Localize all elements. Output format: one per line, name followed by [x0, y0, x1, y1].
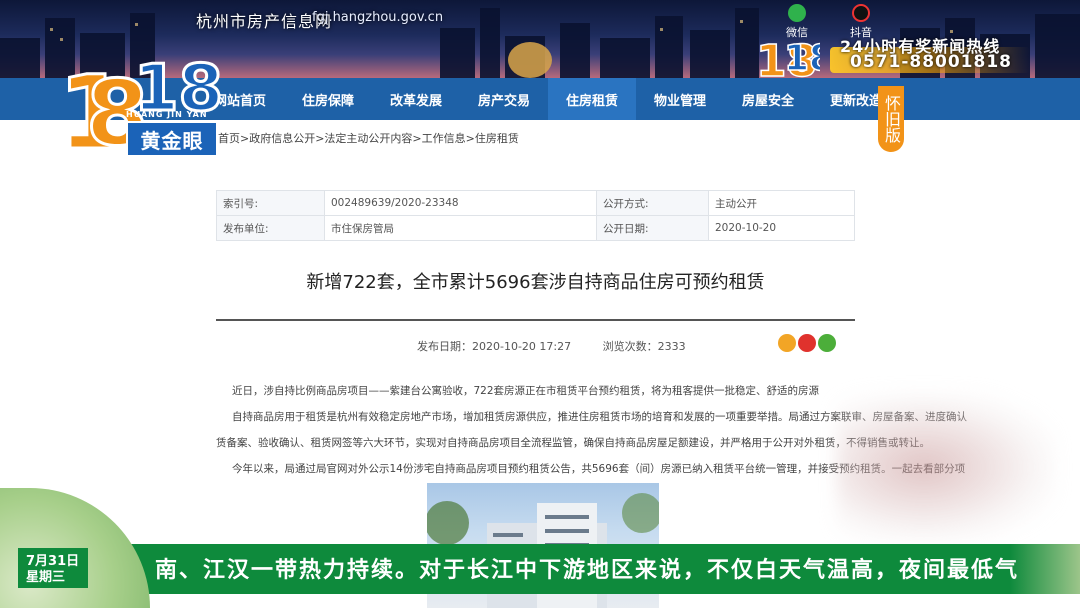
article-paragraph: 近日，涉自持比例商品房项目——紫建台公寓验收，722套房源正在市租赁平台预约租赁… [232, 385, 820, 397]
table-cell: 主动公开 [708, 190, 855, 216]
table-cell: 发布单位: [216, 215, 325, 241]
blurred-region [836, 392, 1056, 542]
hotline-overlay: 24小时有奖新闻热线 0571-88001818 [800, 33, 1030, 75]
ticker-fade [1010, 544, 1080, 594]
logo-pinyin: HUANG JIN YAN [126, 110, 208, 119]
wechat-icon [788, 4, 806, 22]
info-table: 索引号: 002489639/2020-23348 公开方式: 主动公开 发布单… [216, 190, 855, 241]
publish-date: 发布日期：2020-10-20 17:27 [417, 340, 572, 353]
table-row: 发布单位: 市住保房管局 公开日期: 2020-10-20 [216, 215, 855, 241]
hotline-1818-logo: 18 18 [755, 35, 820, 86]
view-count: 浏览次数：2333 [602, 340, 686, 353]
article-meta: 发布日期：2020-10-20 17:27 浏览次数：2333 [417, 338, 714, 354]
hotline-phone: 0571-88001818 [850, 52, 1012, 72]
breadcrumb[interactable]: 首页>政府信息公开>法定主动公开内容>工作信息>住房租赁 [218, 130, 519, 146]
nav-item-rental[interactable]: 住房租赁 [548, 78, 636, 120]
table-cell: 公开方式: [596, 190, 709, 216]
svg-text:18: 18 [784, 38, 820, 79]
logo-tag: 黄金眼 [126, 121, 218, 157]
table-cell: 2020-10-20 [708, 215, 855, 241]
table-cell: 002489639/2020-23348 [324, 190, 597, 216]
nav-item-housing-security[interactable]: 住房保障 [284, 78, 372, 120]
wechat-share-icon[interactable] [818, 334, 836, 352]
nav-item-property[interactable]: 物业管理 [636, 78, 724, 120]
qzone-share-icon[interactable] [778, 334, 796, 352]
ticker-text: 南、江汉一带热力持续。对于长江中下游地区来说，不仅白天气温高，夜间最低气 [155, 558, 1020, 583]
site-domain: fgj.hangzhou.gov.cn [312, 10, 444, 25]
old-version-tab[interactable]: 怀旧版 [878, 86, 904, 152]
table-cell: 公开日期: [596, 215, 709, 241]
table-row: 索引号: 002489639/2020-23348 公开方式: 主动公开 [216, 190, 855, 216]
weibo-share-icon[interactable] [798, 334, 816, 352]
article-title: 新增722套，全市累计5696套涉自持商品住房可预约租赁 [306, 272, 765, 293]
ticker-weekday: 星期三 [26, 570, 66, 585]
screen: 杭州市房产信息网 fgj.hangzhou.gov.cn 微信 抖音 网站首页 … [0, 0, 1080, 608]
nav-item-reform[interactable]: 改革发展 [372, 78, 460, 120]
title-divider [216, 319, 855, 321]
table-cell: 索引号: [216, 190, 325, 216]
douyin-icon [852, 4, 870, 22]
article-paragraph: 赁备案、验收确认、租赁网签等六大环节，实现对自持商品房项目全流程监管，确保自持商… [216, 437, 930, 449]
table-cell: 市住保房管局 [324, 215, 597, 241]
nav-item-trading[interactable]: 房产交易 [460, 78, 548, 120]
